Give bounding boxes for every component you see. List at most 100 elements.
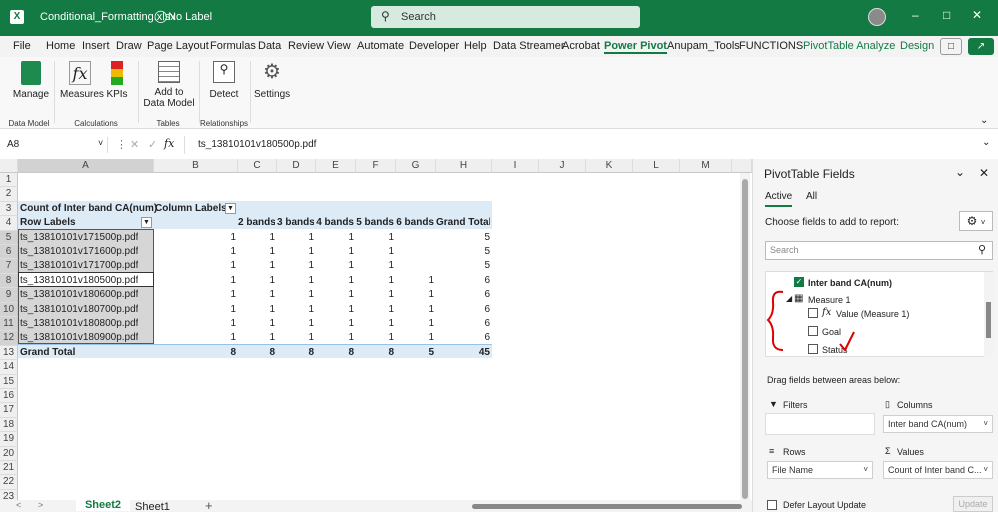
sheet-tab-sheet2[interactable]: Sheet2 bbox=[76, 499, 130, 511]
pivot-value-cell[interactable]: 1 bbox=[356, 245, 394, 259]
field-checkbox-inter-band[interactable]: ✓ bbox=[794, 277, 804, 287]
pivot-col-header[interactable]: 3 bands bbox=[277, 216, 314, 230]
tab-functions[interactable]: FUNCTIONS bbox=[739, 40, 803, 52]
column-header-c[interactable]: C bbox=[238, 159, 277, 173]
close-icon[interactable]: ✕ bbox=[972, 8, 982, 22]
tab-page-layout[interactable]: Page Layout bbox=[147, 40, 209, 52]
row-header[interactable]: 21 bbox=[0, 461, 18, 476]
pivot-value-cell[interactable]: 1 bbox=[154, 259, 236, 273]
column-header-e[interactable]: E bbox=[316, 159, 356, 173]
pivot-value-cell[interactable]: 1 bbox=[238, 274, 275, 288]
pivot-value-cell[interactable]: 1 bbox=[154, 288, 236, 302]
pivot-row-label[interactable]: Grand Total bbox=[20, 346, 75, 360]
column-header-m[interactable]: M bbox=[680, 159, 732, 173]
pivot-value-cell[interactable]: 1 bbox=[396, 288, 434, 302]
tab-pivottable-analyze[interactable]: PivotTable Analyze bbox=[803, 40, 895, 52]
tab-insert[interactable]: Insert bbox=[82, 40, 110, 52]
row-header[interactable]: 4 bbox=[0, 216, 18, 231]
pivot-row-label[interactable]: ts_13810101v171700p.pdf bbox=[20, 259, 138, 273]
pivot-row-label[interactable]: ts_13810101v180500p.pdf bbox=[20, 274, 138, 288]
tab-home[interactable]: Home bbox=[46, 40, 75, 52]
horizontal-scrollbar[interactable] bbox=[472, 504, 742, 509]
tab-formulas[interactable]: Formulas bbox=[210, 40, 256, 52]
tab-view[interactable]: View bbox=[327, 40, 351, 52]
pivot-value-cell[interactable]: 8 bbox=[154, 346, 236, 360]
pivot-value-cell[interactable]: 1 bbox=[396, 317, 434, 331]
pivot-value-cell[interactable]: 5 bbox=[396, 346, 434, 360]
pivot-value-cell[interactable]: 1 bbox=[277, 259, 314, 273]
pivot-value-cell[interactable]: 1 bbox=[356, 331, 394, 345]
row-header[interactable]: 20 bbox=[0, 446, 18, 461]
field-checkbox-value[interactable] bbox=[808, 308, 818, 318]
share-button[interactable]: ↗ bbox=[968, 38, 994, 55]
pivot-value-cell[interactable]: 1 bbox=[238, 231, 275, 245]
pivot-value-cell[interactable]: 1 bbox=[316, 259, 354, 273]
settings-button[interactable]: ⚙ Settings bbox=[254, 61, 290, 100]
pivot-value-cell[interactable]: 1 bbox=[356, 231, 394, 245]
rows-field-dropdown[interactable]: File Name ˅ bbox=[767, 461, 873, 479]
row-header[interactable]: 3 bbox=[0, 201, 18, 217]
pivot-value-cell[interactable]: 1 bbox=[356, 288, 394, 302]
pivot-value-cell[interactable]: 1 bbox=[154, 245, 236, 259]
row-header[interactable]: 5 bbox=[0, 230, 18, 245]
pivot-value-cell[interactable]: 5 bbox=[436, 231, 490, 245]
pivot-value-cell[interactable]: 1 bbox=[238, 331, 275, 345]
column-header-f[interactable]: F bbox=[356, 159, 396, 173]
tab-file[interactable]: File bbox=[13, 40, 31, 52]
pivot-title[interactable]: Count of Inter band CA(num) bbox=[20, 202, 157, 216]
manage-button[interactable]: Manage bbox=[12, 61, 50, 100]
pane-options-chevron-icon[interactable]: ⌄ bbox=[955, 165, 965, 179]
search-box[interactable]: ⚲ Search bbox=[371, 6, 640, 28]
pivot-value-cell[interactable]: 1 bbox=[277, 245, 314, 259]
pivot-value-cell[interactable]: 1 bbox=[238, 317, 275, 331]
field-inter-band[interactable]: Inter band CA(num) bbox=[808, 278, 892, 288]
pivot-value-cell[interactable]: 8 bbox=[356, 346, 394, 360]
row-header[interactable]: 8 bbox=[0, 273, 18, 289]
tab-data-streamer[interactable]: Data Streamer bbox=[493, 40, 565, 52]
row-header[interactable]: 22 bbox=[0, 475, 18, 490]
field-value-measure-1[interactable]: Value (Measure 1) bbox=[836, 309, 909, 319]
pivot-value-cell[interactable]: 1 bbox=[277, 231, 314, 245]
tab-all[interactable]: All bbox=[806, 191, 817, 202]
column-header-a[interactable]: A bbox=[18, 159, 154, 173]
pivot-col-header[interactable]: 6 bands bbox=[396, 216, 434, 230]
row-header[interactable]: 1 bbox=[0, 173, 18, 188]
detect-button[interactable]: ⚲ Detect bbox=[206, 61, 242, 100]
pivot-value-cell[interactable]: 6 bbox=[436, 288, 490, 302]
pivot-col-header[interactable]: 4 bands bbox=[316, 216, 354, 230]
pivot-value-cell[interactable]: 1 bbox=[154, 231, 236, 245]
pivot-value-cell[interactable]: 1 bbox=[238, 303, 275, 317]
row-header[interactable]: 7 bbox=[0, 259, 18, 274]
avatar[interactable] bbox=[868, 8, 886, 26]
pivot-value-cell[interactable]: 1 bbox=[238, 288, 275, 302]
minimize-icon[interactable]: – bbox=[912, 8, 919, 22]
measures-button[interactable]: fx Measures bbox=[60, 61, 104, 100]
pivot-value-cell[interactable]: 8 bbox=[316, 346, 354, 360]
defer-layout-checkbox[interactable] bbox=[767, 500, 777, 510]
row-header[interactable]: 9 bbox=[0, 288, 18, 303]
sheet-tab-sheet1[interactable]: Sheet1 bbox=[135, 501, 170, 512]
tab-power-pivot[interactable]: Power Pivot bbox=[604, 40, 667, 54]
column-header-b[interactable]: B bbox=[154, 159, 238, 173]
pivot-value-cell[interactable]: 1 bbox=[316, 303, 354, 317]
select-all-corner[interactable] bbox=[0, 159, 18, 173]
row-header[interactable]: 2 bbox=[0, 187, 18, 202]
tab-draw[interactable]: Draw bbox=[116, 40, 142, 52]
pivot-value-cell[interactable]: 1 bbox=[356, 317, 394, 331]
pivot-value-cell[interactable]: 1 bbox=[277, 288, 314, 302]
pivot-value-cell[interactable]: 8 bbox=[277, 346, 314, 360]
pivot-value-cell[interactable]: 1 bbox=[277, 274, 314, 288]
pivot-value-cell[interactable]: 1 bbox=[316, 331, 354, 345]
column-header-k[interactable]: K bbox=[586, 159, 633, 173]
pivot-value-cell[interactable]: 1 bbox=[396, 331, 434, 345]
row-header[interactable]: 11 bbox=[0, 317, 18, 332]
field-checkbox-goal[interactable] bbox=[808, 326, 818, 336]
row-header[interactable]: 16 bbox=[0, 389, 18, 404]
formula-input[interactable]: ts_13810101v180500p.pdf bbox=[198, 139, 316, 150]
tab-developer[interactable]: Developer bbox=[409, 40, 459, 52]
pivot-row-label[interactable]: ts_13810101v180800p.pdf bbox=[20, 317, 138, 331]
pivot-col-header[interactable]: 2 bands bbox=[238, 216, 275, 230]
pivot-value-cell[interactable]: 1 bbox=[238, 245, 275, 259]
comments-button[interactable]: □ bbox=[940, 38, 962, 55]
insert-function-icon[interactable]: fx bbox=[164, 137, 174, 150]
